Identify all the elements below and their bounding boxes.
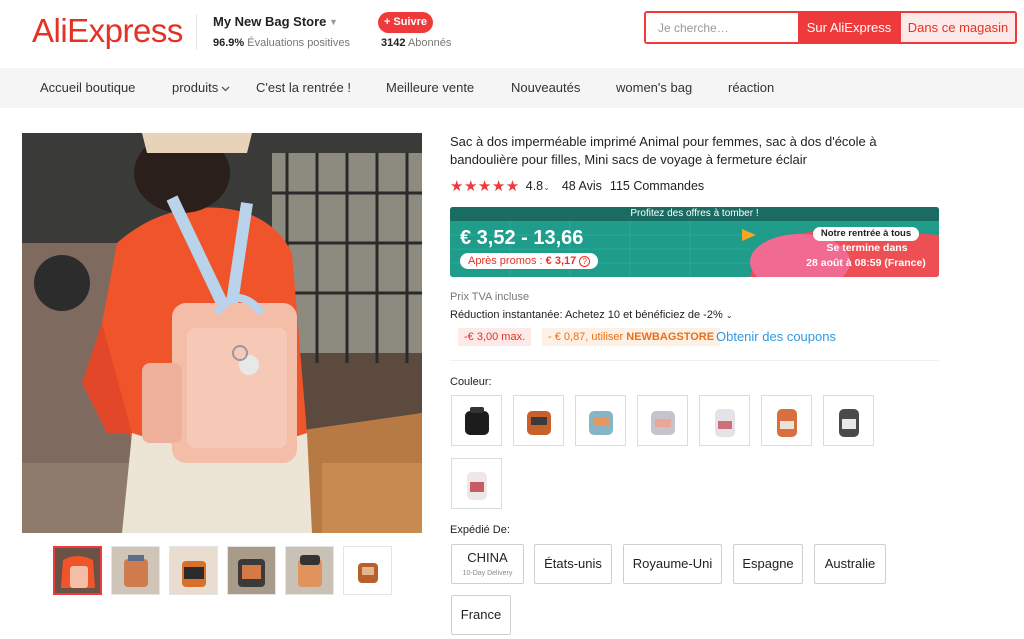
- store-name[interactable]: My New Bag Store: [213, 14, 326, 29]
- thumbnail-4[interactable]: [227, 546, 276, 595]
- follow-button[interactable]: + Suivre: [378, 12, 433, 33]
- nav-label: Accueil boutique: [40, 80, 136, 95]
- chevron-down-icon: ⌄: [543, 183, 550, 192]
- rating-value[interactable]: 4.8⌄: [526, 179, 550, 193]
- ship-from-spain[interactable]: Espagne: [733, 544, 803, 584]
- followers-label: Abonnés: [407, 37, 452, 49]
- search-aliexpress-button[interactable]: Sur AliExpress: [798, 13, 900, 42]
- store-rating: 96.9% Évaluations positives: [213, 37, 350, 49]
- promo-badge: Notre rentrée à tous: [813, 227, 919, 241]
- swatch-image: [466, 471, 487, 500]
- thumbnail-6[interactable]: [343, 546, 392, 595]
- rating-percent: 96.9%: [213, 37, 245, 49]
- ship-from-uk[interactable]: Royaume-Uni: [623, 544, 722, 584]
- instant-reduction[interactable]: Réduction instantanée: Achetez 10 et bén…: [450, 309, 733, 321]
- rating-label: Évaluations positives: [247, 37, 350, 49]
- ship-from-china[interactable]: CHINA 10-Day Delivery: [451, 544, 524, 584]
- product-main-image[interactable]: [22, 133, 422, 533]
- nav-label: C'est la rentrée !: [256, 80, 351, 95]
- color-swatch-7[interactable]: [823, 395, 874, 446]
- swatch-image: [776, 408, 797, 437]
- nav-item-womens-bag[interactable]: women's bag: [616, 80, 692, 95]
- reviews-link[interactable]: 48 Avis: [562, 179, 602, 193]
- followers-count: 3142: [381, 37, 406, 49]
- search-bar: Sur AliExpress Dans ce magasin: [644, 11, 1017, 44]
- followers: 3142 Abonnés: [381, 37, 451, 49]
- ship-country: CHINA: [467, 550, 508, 565]
- thumbnail-3[interactable]: [169, 546, 218, 595]
- color-swatch-8[interactable]: [451, 458, 502, 509]
- tva-note: Prix TVA incluse: [450, 291, 530, 303]
- nav-item-back-to-school[interactable]: C'est la rentrée !: [256, 80, 351, 95]
- thumbnail-image: [112, 547, 159, 594]
- price-range: € 3,52 - 13,66: [460, 227, 584, 249]
- thumbnail-2[interactable]: [111, 546, 160, 595]
- coupon-code[interactable]: - € 0,87, utiliser NEWBAGSTORE: [542, 328, 721, 346]
- color-swatch-1[interactable]: [451, 395, 502, 446]
- color-swatch-5[interactable]: [699, 395, 750, 446]
- promo-banner-top: Profitez des offres à tomber !: [450, 207, 939, 221]
- nav-label: women's bag: [616, 80, 693, 95]
- swatch-image: [650, 410, 675, 435]
- swatch-image: [838, 408, 859, 437]
- after-promo-label: Après promos :: [468, 255, 543, 267]
- orders-count: 115 Commandes: [609, 179, 705, 193]
- divider: [450, 360, 939, 361]
- nav-item-best-sellers[interactable]: Meilleure vente: [386, 80, 474, 95]
- color-swatch-6[interactable]: [761, 395, 812, 446]
- chevron-down-icon: [221, 86, 230, 91]
- color-swatch-2[interactable]: [513, 395, 564, 446]
- star-rating-icon[interactable]: ★★★★★: [450, 177, 520, 195]
- nav-item-feedback[interactable]: réaction: [728, 80, 774, 95]
- thumbnail-1[interactable]: [53, 546, 102, 595]
- coupon-code-prefix: - € 0,87, utiliser: [548, 331, 624, 343]
- nav-label: produits: [172, 80, 219, 95]
- swatch-image: [588, 410, 613, 435]
- thumbnail-image: [286, 547, 333, 594]
- nav-item-home[interactable]: Accueil boutique: [40, 80, 135, 95]
- help-icon[interactable]: ?: [579, 256, 591, 267]
- aliexpress-logo[interactable]: AliExpress: [32, 12, 183, 50]
- nav-label: Meilleure vente: [386, 80, 475, 95]
- swatch-image: [714, 408, 735, 437]
- thumbnail-image: [344, 547, 391, 594]
- color-swatch-4[interactable]: [637, 395, 688, 446]
- ship-from-us[interactable]: États-unis: [534, 544, 612, 584]
- nav-label: réaction: [728, 80, 775, 95]
- ship-from-label: Expédié De:: [450, 524, 510, 536]
- thumbnail-image: [228, 547, 275, 594]
- product-title: Sac à dos imperméable imprimé Animal pou…: [450, 134, 877, 167]
- get-coupons-link[interactable]: Obtenir des coupons: [716, 329, 836, 344]
- after-promo-price[interactable]: Après promos : € 3,17?: [460, 253, 599, 269]
- header-divider: [196, 14, 197, 50]
- after-promo-value: € 3,17: [545, 255, 577, 267]
- ship-from-france[interactable]: France: [451, 595, 511, 635]
- swatch-image: [526, 410, 551, 435]
- color-swatch-3[interactable]: [575, 395, 626, 446]
- nav-label: Nouveautés: [511, 80, 581, 95]
- chevron-down-icon[interactable]: ▼: [329, 17, 338, 27]
- thumbnail-image: [170, 547, 217, 594]
- promo-ends-label: Se termine dans: [826, 242, 908, 254]
- store-nav: Accueil boutique produits C'est la rentr…: [0, 68, 1024, 108]
- promo-ends-date: 28 août à 08:59 (France): [806, 257, 926, 269]
- search-store-button[interactable]: Dans ce magasin: [900, 13, 1015, 42]
- chevron-down-icon: ⌄: [725, 311, 733, 320]
- ship-from-australia[interactable]: Australie: [814, 544, 886, 584]
- rating-number: 4.8: [525, 179, 544, 193]
- ship-delivery-note: 10-Day Delivery: [462, 570, 513, 577]
- reduction-text: Réduction instantanée: Achetez 10 et bén…: [450, 309, 723, 321]
- coupon-code-value: NEWBAGSTORE: [626, 331, 715, 343]
- swatch-image: [464, 406, 489, 435]
- rating-row: ★★★★★ 4.8⌄ 48 Avis 115 Commandes: [450, 177, 704, 195]
- nav-item-new[interactable]: Nouveautés: [511, 80, 580, 95]
- coupon-store[interactable]: -€ 3,00 max.: [458, 328, 532, 346]
- thumbnail-5[interactable]: [285, 546, 334, 595]
- thumbnail-image: [55, 548, 100, 593]
- search-input[interactable]: [646, 13, 798, 42]
- nav-item-products[interactable]: produits: [172, 80, 230, 95]
- store-header: AliExpress My New Bag Store ▼ 96.9% Éval…: [0, 0, 1024, 68]
- color-label: Couleur:: [450, 376, 492, 388]
- product-photo: [22, 133, 422, 533]
